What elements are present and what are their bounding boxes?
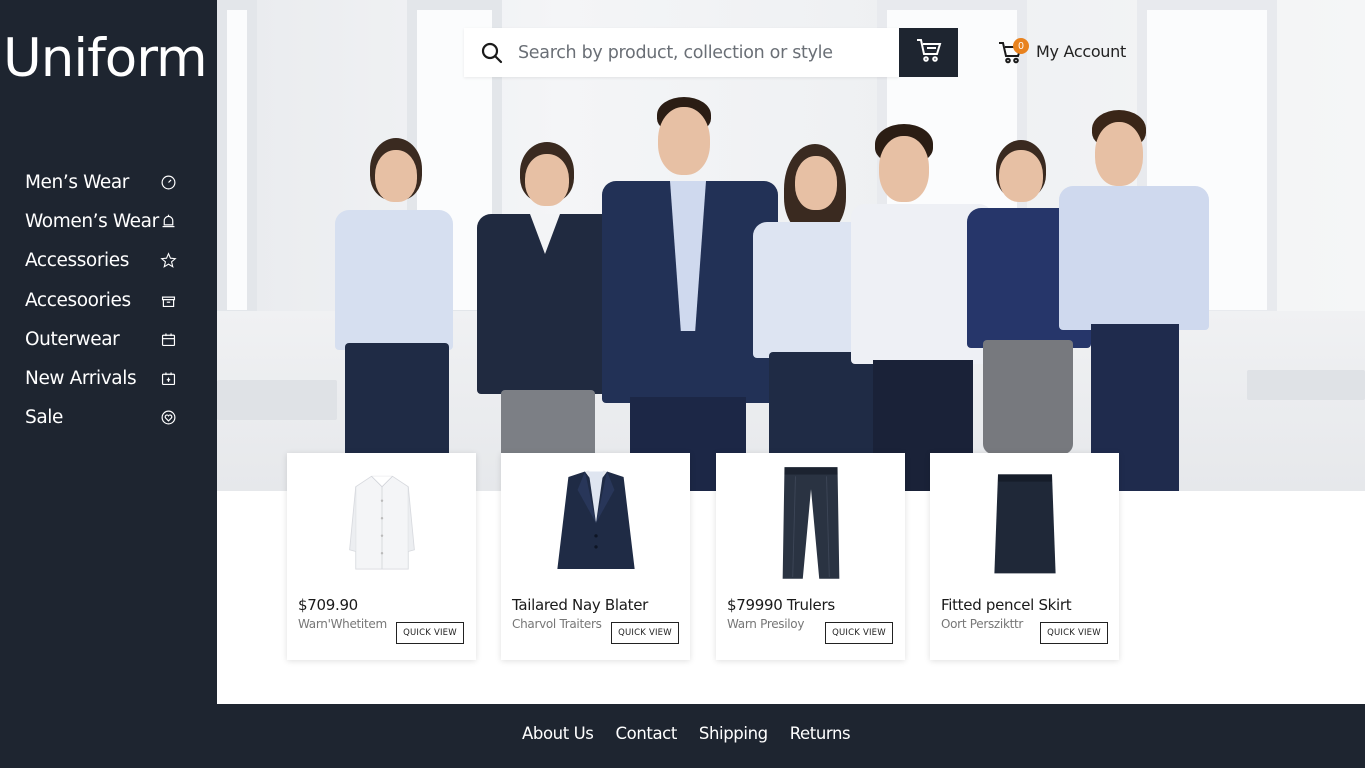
product-image-skirt xyxy=(930,453,1119,593)
sidebar-item-outerwear[interactable]: Outerwear xyxy=(0,320,217,359)
footer: About Us Contact Shipping Returns xyxy=(217,704,1365,768)
account-label: My Account xyxy=(1036,41,1126,61)
sidebar-item-accessories[interactable]: Accessories xyxy=(0,241,217,280)
product-image-shirt xyxy=(287,453,476,593)
product-title: $709.90 xyxy=(298,596,358,614)
clock-icon xyxy=(159,174,177,192)
product-title: $79990 Trulers xyxy=(727,596,835,614)
sidebar-item-sale[interactable]: Sale xyxy=(0,398,217,437)
box-icon xyxy=(159,291,177,309)
sidebar-item-label: Women’s Wear xyxy=(25,211,159,233)
heart-icon xyxy=(159,409,177,427)
cart-count-badge: 0 xyxy=(1013,38,1029,54)
sidebar-item-label: Men’s Wear xyxy=(25,172,130,194)
product-image-trousers xyxy=(716,453,905,593)
product-grid: $709.90 Warn'Whetitem QUICK VIEW Tailare… xyxy=(0,453,1365,660)
sidebar-item-label: Outerwear xyxy=(25,328,120,350)
category-nav: Men’s Wear Women’s Wear Accessories Acce… xyxy=(0,163,217,437)
quick-view-button[interactable]: QUICK VIEW xyxy=(611,622,679,644)
product-card[interactable]: Tailared Nay Blater Charvol Traiters QUI… xyxy=(501,453,690,660)
product-subtitle: Charvol Traiters xyxy=(512,617,602,631)
sidebar-item-new-arrivals[interactable]: New Arrivals xyxy=(0,359,217,398)
footer-link-about-us[interactable]: About Us xyxy=(522,724,594,743)
search-icon[interactable] xyxy=(480,41,504,65)
product-title: Fitted pencel Skirt xyxy=(941,596,1072,614)
product-card[interactable]: $79990 Trulers Warn Presiloy QUICK VIEW xyxy=(716,453,905,660)
calendar-icon xyxy=(159,330,177,348)
star-icon xyxy=(159,252,177,270)
sidebar-item-mens-wear[interactable]: Men’s Wear xyxy=(0,163,217,202)
footer-link-shipping[interactable]: Shipping xyxy=(699,724,768,743)
product-subtitle: Warn Presiloy xyxy=(727,617,805,631)
product-subtitle: Oort Perszikttr xyxy=(941,617,1024,631)
brand-logo[interactable]: Uniform xyxy=(3,28,208,89)
quick-view-button[interactable]: QUICK VIEW xyxy=(1040,622,1108,644)
sidebar-item-label: Accesoories xyxy=(25,289,131,311)
product-title: Tailared Nay Blater xyxy=(512,596,649,614)
search-input[interactable] xyxy=(518,42,898,63)
product-image-blazer xyxy=(501,453,690,593)
product-card[interactable]: Fitted pencel Skirt Oort Perszikttr QUIC… xyxy=(930,453,1119,660)
footer-links: About Us Contact Shipping Returns xyxy=(522,724,872,743)
bell-icon xyxy=(159,213,177,231)
sidebar-item-label: Sale xyxy=(25,407,64,429)
quick-view-button[interactable]: QUICK VIEW xyxy=(825,622,893,644)
product-subtitle: Warn'Whetitem xyxy=(298,617,387,631)
sidebar-item-womens-wear[interactable]: Women’s Wear xyxy=(0,202,217,241)
product-card[interactable]: $709.90 Warn'Whetitem QUICK VIEW xyxy=(287,453,476,660)
calendar-plus-icon xyxy=(159,370,177,388)
cart-icon: 0 xyxy=(998,38,1029,64)
cart-button[interactable] xyxy=(899,28,958,77)
window-decor xyxy=(217,0,257,320)
cart-icon xyxy=(915,37,943,68)
my-account-link[interactable]: 0 My Account xyxy=(998,38,1126,64)
model-figure xyxy=(1057,110,1217,491)
sidebar-item-label: Accessories xyxy=(25,250,130,272)
sidebar-item-accesoories[interactable]: Accesoories xyxy=(0,281,217,320)
search-bar xyxy=(464,28,899,77)
model-figure xyxy=(317,138,457,491)
quick-view-button[interactable]: QUICK VIEW xyxy=(396,622,464,644)
footer-link-contact[interactable]: Contact xyxy=(616,724,678,743)
footer-link-returns[interactable]: Returns xyxy=(790,724,851,743)
desk-decor xyxy=(1247,370,1365,400)
sidebar-item-label: New Arrivals xyxy=(25,368,137,390)
